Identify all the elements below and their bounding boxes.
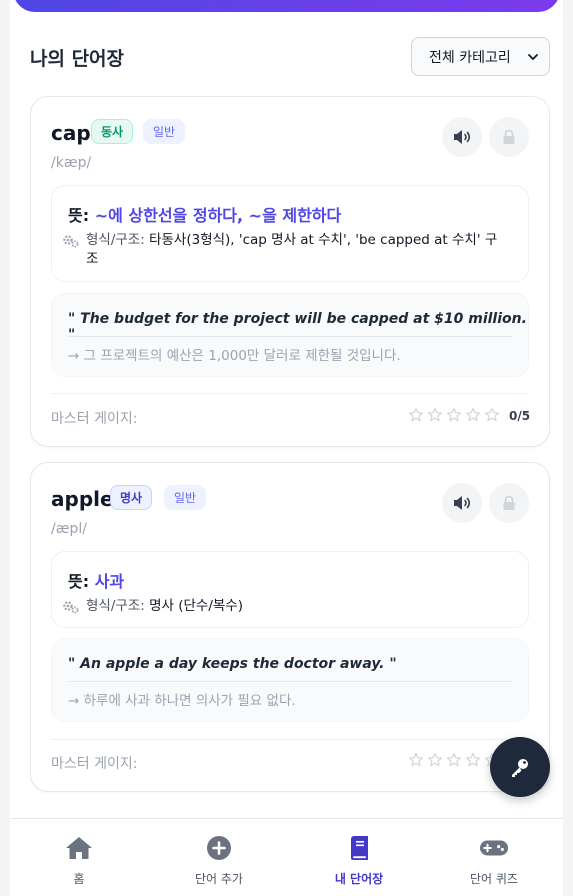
gears-icon [63,235,79,248]
speaker-icon [454,130,471,144]
nav-item-my-vocab[interactable]: 내 단어장 [290,819,428,896]
star-icon[interactable] [446,752,462,768]
pronounce-button[interactable] [442,117,482,157]
category-select-value: 전체 카테고리 [429,49,511,66]
meaning-line: 뜻: ~에 상한선을 정하다, ~을 제한하다 [68,202,341,226]
meaning-label: 뜻: [68,572,90,591]
meaning-box: 뜻: 사과 형식/구조: 명사 (단수/복수) [51,551,529,628]
example-translation: → 그 프로젝트의 예산은 1,000만 달러로 제한될 것입니다. [68,348,401,364]
meaning-label: 뜻: [68,206,90,225]
lock-icon [503,129,515,144]
vocab-header: 나의 단어장 전체 카테고리 [10,36,563,78]
word-title: apple [51,487,114,511]
lock-button[interactable] [489,117,529,157]
plus-circle-icon [205,835,233,861]
meaning-box: 뜻: ~에 상한선을 정하다, ~을 제한하다 형식/구조: 타동사(3형식),… [51,185,529,282]
word-card: cap 동사 일반 /kæp/ 뜻: ~에 상한선을 정하다, ~을 제한하다 … [30,96,550,447]
divider [51,393,529,394]
divider [51,739,529,740]
app-container: 나의 단어장 전체 카테고리 cap 동사 일반 /kæp/ 뜻: ~에 상한선… [10,0,563,896]
meaning-text: ~에 상한선을 정하다, ~을 제한하다 [94,206,342,225]
gamepad-icon [480,835,508,861]
nav-label: 단어 퀴즈 [470,872,518,886]
star-icon[interactable] [427,752,443,768]
nav-item-word-quiz[interactable]: 단어 퀴즈 [425,819,563,896]
nav-label: 내 단어장 [334,872,384,886]
example-translation: → 하루에 사과 하나면 의사가 필요 없다. [68,693,296,709]
gears-icon [63,601,79,614]
home-icon [65,835,93,861]
form-label: 형식/구조: [86,598,145,614]
mastery-label: 마스터 게이지: [51,756,138,772]
example-sentence: " An apple a day keeps the doctor away. … [68,656,397,672]
example-divider [68,336,512,337]
phonetic: /æpl/ [51,521,87,537]
nav-label: 홈 [73,872,85,886]
chevron-down-icon [528,54,538,60]
meaning-text: 사과 [94,572,125,591]
mastery-count: 0/5 [509,409,531,423]
quiz-key-fab[interactable] [490,737,550,797]
nav-item-add-word[interactable]: 단어 추가 [150,819,288,896]
part-of-speech-badge: 명사 [110,485,153,510]
key-icon [512,759,528,777]
top-banner [13,0,560,12]
lock-button[interactable] [489,483,529,523]
mastery-stars[interactable] [408,752,500,768]
example-box: " The budget for the project will be cap… [51,293,529,377]
star-icon[interactable] [446,407,462,423]
mastery-stars[interactable] [408,407,500,423]
star-icon[interactable] [484,407,500,423]
speaker-icon [454,496,471,510]
form-label: 형식/구조: [86,232,145,248]
nav-label: 단어 추가 [195,872,243,886]
bottom-nav: 홈 단어 추가 내 단어장 단어 퀴즈 [10,818,563,896]
star-icon[interactable] [408,752,424,768]
star-icon[interactable] [427,407,443,423]
page-title: 나의 단어장 [30,48,125,70]
part-of-speech-badge: 동사 [91,119,134,144]
example-sentence: " The budget for the project will be cap… [68,311,527,343]
star-icon[interactable] [465,752,481,768]
word-card: apple 명사 일반 /æpl/ 뜻: 사과 형식/구조: 명사 (단수/복수… [30,462,550,792]
book-icon [345,835,373,861]
meaning-line: 뜻: 사과 [68,568,124,592]
example-divider [68,681,512,682]
form-value: 명사 (단수/복수) [149,598,243,614]
pronounce-button[interactable] [442,483,482,523]
nav-item-home[interactable]: 홈 [10,819,148,896]
form-value-continued: 조 [86,251,99,267]
form-structure: 형식/구조: 타동사(3형식), 'cap 명사 at 수치', 'be cap… [62,231,522,269]
form-structure: 형식/구조: 명사 (단수/복수) [62,597,522,616]
star-icon[interactable] [408,407,424,423]
example-box: " An apple a day keeps the doctor away. … [51,638,529,722]
phonetic: /kæp/ [51,155,92,171]
star-icon[interactable] [465,407,481,423]
mastery-label: 마스터 게이지: [51,411,138,427]
level-badge: 일반 [143,119,186,144]
category-select[interactable]: 전체 카테고리 [411,37,550,76]
level-badge: 일반 [164,485,207,510]
lock-icon [503,495,515,510]
form-value: 타동사(3형식), 'cap 명사 at 수치', 'be capped at … [149,232,498,248]
word-title: cap [51,121,91,145]
